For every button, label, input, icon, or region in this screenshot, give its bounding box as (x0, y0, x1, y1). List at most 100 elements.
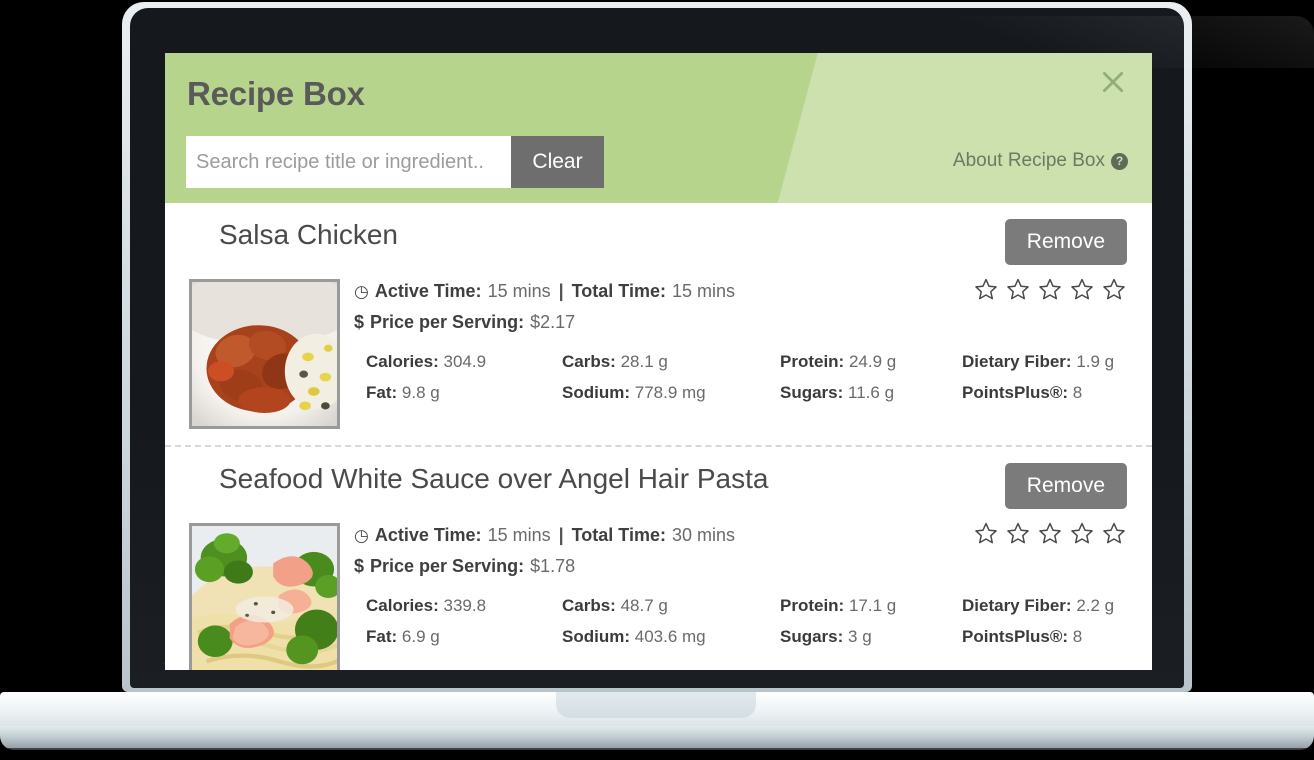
sugars-value: 3 g (848, 627, 872, 646)
meta-separator: | (558, 281, 564, 301)
carbs-value: 28.1 g (620, 352, 668, 371)
recipe-list: Salsa Chicken Remove ◷ Active Time: 15 m… (165, 203, 1152, 670)
search-bar: Clear (186, 136, 604, 188)
active-time-value: 15 mins (487, 281, 551, 301)
sodium-value: 778.9 mg (634, 383, 706, 402)
about-recipe-box-link[interactable]: About Recipe Box ? (953, 150, 1128, 172)
nutrition-sodium: Sodium: 403.6 mg (562, 627, 780, 647)
about-link-label: About Recipe Box (952, 150, 1105, 171)
recipe-thumbnail[interactable] (189, 279, 340, 429)
clock-icon: ◷ (354, 525, 369, 545)
price-value: $1.78 (530, 556, 576, 576)
star-icon[interactable] (1102, 277, 1126, 301)
nutrition-fat: Fat: 9.8 g (366, 383, 562, 403)
price-meta-line: $ Price per Serving: $2.17 (354, 312, 1128, 333)
nutrition-carbs: Carbs: 28.1 g (562, 352, 780, 372)
dietary-fiber-label: Dietary Fiber: (962, 352, 1072, 371)
pointsplus-value: 8 (1072, 383, 1083, 402)
screenshot-root: Recipe Box Clear About Recipe Box ? Sals… (0, 0, 1314, 760)
carbs-value: 48.7 g (620, 596, 668, 615)
star-icon[interactable] (974, 277, 998, 301)
dietary-fiber-value: 2.2 g (1076, 596, 1115, 615)
star-icon[interactable] (1038, 521, 1062, 545)
fat-value: 9.8 g (401, 383, 440, 402)
fat-label: Fat: (366, 383, 398, 402)
total-time-label: Total Time: (571, 525, 666, 545)
nutrition-sugars: Sugars: 3 g (780, 627, 962, 647)
active-time-label: Active Time: (374, 281, 482, 301)
star-icon[interactable] (1006, 277, 1030, 301)
sodium-label: Sodium: (562, 383, 630, 402)
app-screen: Recipe Box Clear About Recipe Box ? Sals… (165, 53, 1152, 670)
search-input[interactable] (186, 136, 511, 188)
nutrition-calories: Calories: 304.9 (366, 352, 562, 372)
recipe-header-row: Seafood White Sauce over Angel Hair Past… (189, 461, 1128, 515)
laptop-trackpad-notch (556, 692, 756, 718)
meta-separator: | (558, 525, 564, 545)
calories-value: 339.8 (443, 596, 487, 615)
rating-stars[interactable] (974, 277, 1126, 301)
star-icon[interactable] (1006, 521, 1030, 545)
protein-label: Protein: (780, 352, 845, 371)
recipe-card: Salsa Chicken Remove ◷ Active Time: 15 m… (165, 203, 1152, 445)
recipe-info: ◷ Active Time: 15 mins | Total Time: 15 … (354, 279, 1128, 429)
star-icon[interactable] (1038, 277, 1062, 301)
price-label: Price per Serving: (370, 312, 525, 332)
star-icon[interactable] (974, 521, 998, 545)
recipe-thumbnail[interactable] (189, 523, 340, 670)
recipe-info: ◷ Active Time: 15 mins | Total Time: 30 … (354, 523, 1128, 670)
remove-button[interactable]: Remove (1004, 463, 1127, 509)
sugars-label: Sugars: (780, 627, 844, 646)
recipe-body: ◷ Active Time: 15 mins | Total Time: 15 … (189, 279, 1128, 429)
nutrition-pointsplus: PointsPlus®: 8 (962, 383, 1128, 403)
recipe-body: ◷ Active Time: 15 mins | Total Time: 30 … (189, 523, 1128, 670)
price-value: $2.17 (530, 312, 576, 332)
nutrition-carbs: Carbs: 48.7 g (562, 596, 780, 616)
sodium-label: Sodium: (562, 627, 630, 646)
fat-value: 6.9 g (401, 627, 440, 646)
star-icon[interactable] (1102, 521, 1126, 545)
sugars-value: 11.6 g (848, 383, 895, 402)
laptop-base-lip (0, 726, 1314, 750)
calories-label: Calories: (366, 352, 439, 371)
active-time-value: 15 mins (487, 525, 551, 545)
nutrition-sodium: Sodium: 778.9 mg (562, 383, 780, 403)
calories-label: Calories: (366, 596, 439, 615)
help-question-icon[interactable]: ? (1111, 152, 1128, 170)
protein-label: Protein: (780, 596, 845, 615)
clear-button[interactable]: Clear (511, 136, 604, 188)
carbs-label: Carbs: (562, 596, 616, 615)
recipe-title[interactable]: Seafood White Sauce over Angel Hair Past… (189, 461, 768, 495)
nutrition-fat: Fat: 6.9 g (366, 627, 562, 647)
nutrition-calories: Calories: 339.8 (366, 596, 562, 616)
carbs-label: Carbs: (562, 352, 616, 371)
total-time-value: 30 mins (671, 525, 736, 545)
app-header: Recipe Box Clear About Recipe Box ? (165, 53, 1152, 203)
total-time-label: Total Time: (571, 281, 666, 301)
dollar-icon: $ (354, 556, 365, 576)
nutrition-protein: Protein: 17.1 g (780, 596, 962, 616)
star-icon[interactable] (1070, 277, 1094, 301)
nutrition-grid: Calories: 304.9 Carbs: 28.1 g Protein: 2… (354, 352, 1128, 403)
recipe-title[interactable]: Salsa Chicken (189, 217, 398, 251)
nutrition-protein: Protein: 24.9 g (780, 352, 962, 372)
close-icon[interactable] (1098, 67, 1128, 97)
star-icon[interactable] (1070, 521, 1094, 545)
remove-button[interactable]: Remove (1004, 219, 1127, 265)
recipe-card: Seafood White Sauce over Angel Hair Past… (165, 445, 1152, 670)
pointsplus-label: PointsPlus®: (962, 627, 1069, 646)
sodium-value: 403.6 mg (634, 627, 706, 646)
active-time-label: Active Time: (374, 525, 482, 545)
base-shadow (0, 748, 1314, 760)
total-time-value: 15 mins (671, 281, 736, 301)
price-meta-line: $ Price per Serving: $1.78 (354, 556, 1128, 577)
dietary-fiber-value: 1.9 g (1076, 352, 1115, 371)
nutrition-sugars: Sugars: 11.6 g (780, 383, 962, 403)
price-label: Price per Serving: (370, 556, 525, 576)
calories-value: 304.9 (443, 352, 487, 371)
dietary-fiber-label: Dietary Fiber: (962, 596, 1072, 615)
dollar-icon: $ (354, 312, 365, 332)
rating-stars[interactable] (974, 521, 1126, 545)
pointsplus-value: 8 (1072, 627, 1083, 646)
recipe-header-row: Salsa Chicken Remove (189, 217, 1128, 271)
